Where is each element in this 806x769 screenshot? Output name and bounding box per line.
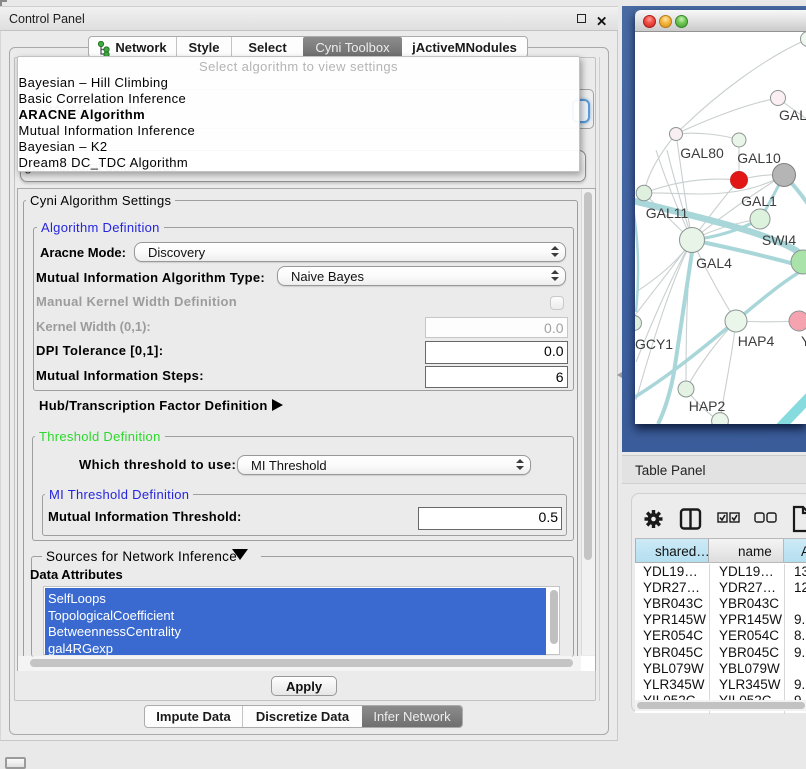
svg-text:GCY1: GCY1 (635, 336, 673, 352)
svg-text:GAL7: GAL7 (779, 107, 806, 123)
svg-text:GAL80: GAL80 (680, 145, 724, 161)
svg-text:Y: Y (801, 333, 806, 349)
svg-text:GAL1: GAL1 (741, 193, 777, 209)
svg-text:GAL11: GAL11 (646, 205, 689, 221)
svg-text:SWI4: SWI4 (762, 232, 796, 248)
svg-text:HAP2: HAP2 (689, 398, 726, 414)
svg-text:GAL4: GAL4 (696, 255, 732, 271)
svg-text:HAP4: HAP4 (738, 333, 775, 349)
svg-text:GAL10: GAL10 (737, 150, 781, 166)
